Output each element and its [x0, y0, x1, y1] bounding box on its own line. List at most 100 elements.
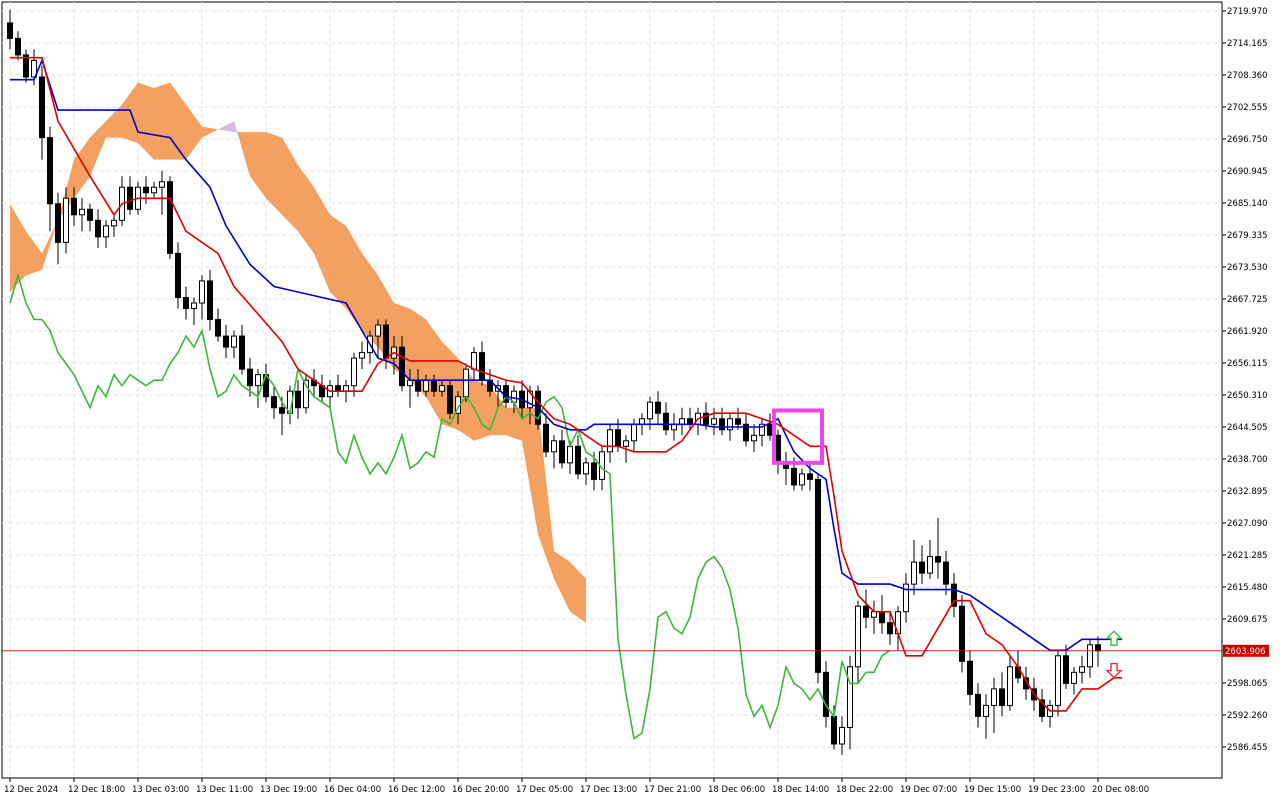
candle-body	[295, 390, 301, 409]
candle-body	[775, 434, 781, 464]
candle-body	[143, 186, 149, 194]
x-tick-label: 12 Dec 18:00	[68, 785, 125, 795]
candle-body	[927, 556, 933, 574]
candle-body	[655, 401, 661, 414]
candle-body	[95, 219, 101, 238]
candle-body	[167, 181, 173, 254]
candle-body	[1055, 655, 1061, 706]
candle-body	[103, 225, 109, 238]
x-tick-label: 18 Dec 06:00	[708, 785, 765, 795]
y-tick-label: 2598.065	[1227, 679, 1268, 689]
candle-body	[911, 561, 917, 585]
candle-body	[1079, 666, 1085, 673]
candle-body	[175, 252, 181, 298]
x-tick-label: 20 Dec 08:00	[1092, 785, 1149, 795]
y-tick-label: 2656.115	[1227, 359, 1268, 369]
candle-body	[567, 445, 573, 464]
candle-body	[647, 401, 653, 420]
candle-body	[591, 462, 597, 480]
candle-body	[255, 374, 261, 387]
candle-body	[111, 219, 117, 227]
candle-body	[559, 440, 565, 464]
candle-body	[447, 385, 453, 414]
candle-body	[887, 622, 893, 635]
candle-body	[63, 197, 69, 243]
candle-body	[823, 671, 829, 717]
candle-body	[607, 429, 613, 453]
candle-body	[679, 418, 685, 425]
y-tick-label: 2592.260	[1227, 711, 1268, 721]
candle-body	[815, 478, 821, 673]
candle-body	[79, 208, 85, 216]
y-tick-label: 2621.285	[1227, 551, 1268, 561]
candle-body	[919, 561, 925, 574]
candle-body	[767, 423, 773, 436]
candle-body	[7, 22, 13, 39]
candle-body	[343, 385, 349, 392]
y-tick-label: 2690.945	[1227, 167, 1268, 177]
candle-body	[1095, 644, 1101, 652]
candle-body	[239, 335, 245, 370]
candle-body	[711, 418, 717, 425]
candle-body	[583, 462, 589, 475]
candle-body	[383, 324, 389, 359]
candle-body	[423, 379, 429, 392]
y-tick-label: 2696.750	[1227, 135, 1268, 145]
candle-body	[943, 561, 949, 585]
y-tick-label: 2661.920	[1227, 327, 1268, 337]
y-tick-label: 2627.090	[1227, 519, 1268, 529]
candle-body	[799, 473, 805, 486]
y-tick-label: 2719.970	[1227, 7, 1268, 17]
candle-body	[39, 76, 45, 139]
candle-body	[479, 352, 485, 381]
x-tick-label: 17 Dec 13:00	[580, 785, 637, 795]
candle-body	[639, 418, 645, 425]
candle-body	[847, 666, 853, 728]
y-tick-label: 2644.505	[1227, 423, 1268, 433]
candle-body	[151, 186, 157, 194]
y-tick-label: 2609.675	[1227, 615, 1268, 625]
candle-body	[959, 605, 965, 662]
candle-body	[839, 726, 845, 745]
candle-body	[183, 296, 189, 310]
candle-body	[719, 418, 725, 431]
x-tick-label: 13 Dec 03:00	[132, 785, 189, 795]
candle-body	[271, 396, 277, 409]
candle-body	[1063, 655, 1069, 684]
y-tick-label: 2615.480	[1227, 583, 1268, 593]
y-tick-label: 2708.360	[1227, 71, 1268, 81]
ichimoku-candlestick-chart: 2719.970 2714.165 2708.360 2702.555 2696.750…	[1, 1, 1269, 795]
y-axis: 2719.970 2714.165 2708.360 2702.555 2696.750…	[1222, 7, 1269, 753]
candle-body	[623, 440, 629, 447]
x-tick-label: 19 Dec 07:00	[900, 785, 957, 795]
candle-body	[1071, 671, 1077, 684]
cloud-bull-segment	[154, 82, 170, 160]
x-tick-label: 18 Dec 14:00	[772, 785, 829, 795]
y-tick-label: 2714.165	[1227, 39, 1268, 49]
candle-body	[15, 37, 21, 56]
candle-body	[1087, 644, 1093, 668]
candle-body	[663, 412, 669, 431]
candle-body	[967, 660, 973, 695]
candle-body	[631, 423, 637, 442]
current-price-label: 2603.906	[1225, 647, 1266, 657]
y-tick-label: 2638.700	[1227, 455, 1268, 465]
candle-body	[999, 688, 1005, 706]
candle-body	[935, 556, 941, 563]
candle-body	[871, 611, 877, 618]
candle-body	[991, 688, 997, 706]
x-tick-label: 13 Dec 19:00	[260, 785, 317, 795]
candle-body	[735, 418, 741, 425]
candle-body	[231, 335, 237, 348]
candle-body	[415, 379, 421, 392]
candle-body	[727, 418, 733, 431]
candle-body	[335, 385, 341, 392]
candle-body	[247, 368, 253, 387]
candle-body	[543, 423, 549, 453]
candle-body	[375, 324, 381, 337]
candle-body	[879, 611, 885, 624]
x-tick-label: 13 Dec 11:00	[196, 785, 253, 795]
candle-body	[359, 352, 365, 359]
candle-body	[399, 346, 405, 387]
candle-body	[551, 440, 557, 453]
